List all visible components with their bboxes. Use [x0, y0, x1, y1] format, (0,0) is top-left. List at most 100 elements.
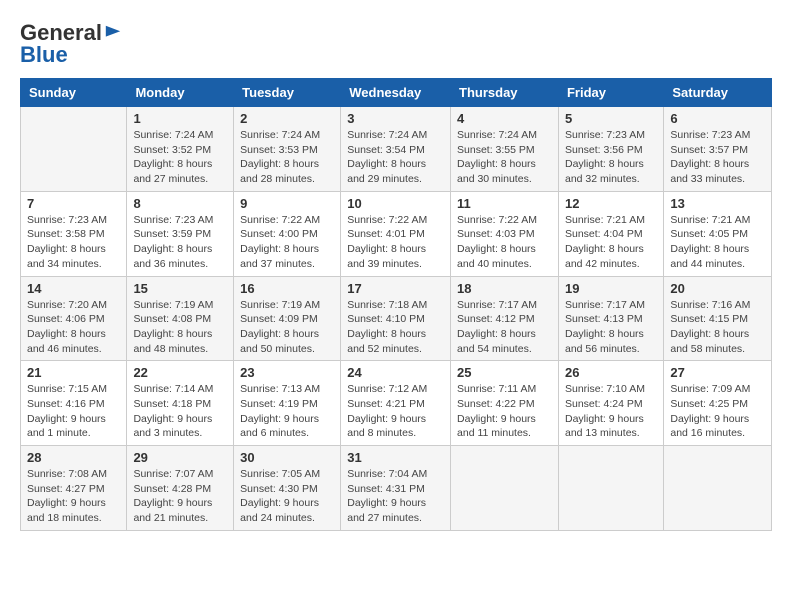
calendar-cell: 22 Sunrise: 7:14 AMSunset: 4:18 PMDayligh… — [127, 361, 234, 446]
calendar-cell: 1 Sunrise: 7:24 AMSunset: 3:52 PMDaylight… — [127, 107, 234, 192]
day-info: Sunrise: 7:10 AMSunset: 4:24 PMDaylight:… — [565, 382, 657, 441]
header: General Blue — [20, 20, 772, 68]
day-info: Sunrise: 7:18 AMSunset: 4:10 PMDaylight:… — [347, 298, 444, 357]
day-info: Sunrise: 7:24 AMSunset: 3:54 PMDaylight:… — [347, 128, 444, 187]
col-header-thursday: Thursday — [451, 79, 559, 107]
calendar-cell: 11 Sunrise: 7:22 AMSunset: 4:03 PMDayligh… — [451, 191, 559, 276]
calendar-week-row: 21Sunrise: 7:15 AMSunset: 4:16 PMDayligh… — [21, 361, 772, 446]
calendar-cell: 12Sunrise: 7:21 AMSunset: 4:04 PMDayligh… — [558, 191, 663, 276]
calendar-cell: 10 Sunrise: 7:22 AMSunset: 4:01 PMDayligh… — [341, 191, 451, 276]
calendar-cell: 20 Sunrise: 7:16 AMSunset: 4:15 PMDayligh… — [664, 276, 772, 361]
calendar-cell: 17 Sunrise: 7:18 AMSunset: 4:10 PMDayligh… — [341, 276, 451, 361]
calendar-cell — [21, 107, 127, 192]
day-number: 16 — [240, 281, 334, 296]
col-header-tuesday: Tuesday — [234, 79, 341, 107]
calendar-cell — [664, 446, 772, 531]
day-number: 8 — [133, 196, 227, 211]
day-info: Sunrise: 7:22 AMSunset: 4:01 PMDaylight:… — [347, 213, 444, 272]
day-info: Sunrise: 7:17 AMSunset: 4:12 PMDaylight:… — [457, 298, 552, 357]
day-number: 5 — [565, 111, 657, 126]
day-number: 22 — [133, 365, 227, 380]
day-number: 20 — [670, 281, 765, 296]
calendar-cell: 8 Sunrise: 7:23 AMSunset: 3:59 PMDaylight… — [127, 191, 234, 276]
calendar-cell: 29 Sunrise: 7:07 AMSunset: 4:28 PMDayligh… — [127, 446, 234, 531]
day-number: 17 — [347, 281, 444, 296]
calendar-week-row: 14 Sunrise: 7:20 AMSunset: 4:06 PMDayligh… — [21, 276, 772, 361]
calendar-cell: 30 Sunrise: 7:05 AMSunset: 4:30 PMDayligh… — [234, 446, 341, 531]
day-number: 27 — [670, 365, 765, 380]
day-info: Sunrise: 7:20 AMSunset: 4:06 PMDaylight:… — [27, 298, 120, 357]
day-number: 24 — [347, 365, 444, 380]
day-info: Sunrise: 7:21 AMSunset: 4:05 PMDaylight:… — [670, 213, 765, 272]
day-info: Sunrise: 7:08 AMSunset: 4:27 PMDaylight:… — [27, 467, 120, 526]
day-number: 1 — [133, 111, 227, 126]
day-number: 9 — [240, 196, 334, 211]
day-info: Sunrise: 7:19 AMSunset: 4:08 PMDaylight:… — [133, 298, 227, 357]
day-number: 4 — [457, 111, 552, 126]
day-info: Sunrise: 7:11 AMSunset: 4:22 PMDaylight:… — [457, 382, 552, 441]
day-number: 31 — [347, 450, 444, 465]
calendar-cell: 15 Sunrise: 7:19 AMSunset: 4:08 PMDayligh… — [127, 276, 234, 361]
calendar-cell: 25 Sunrise: 7:11 AMSunset: 4:22 PMDayligh… — [451, 361, 559, 446]
calendar-table: SundayMondayTuesdayWednesdayThursdayFrid… — [20, 78, 772, 531]
day-number: 14 — [27, 281, 120, 296]
day-info: Sunrise: 7:05 AMSunset: 4:30 PMDaylight:… — [240, 467, 334, 526]
col-header-monday: Monday — [127, 79, 234, 107]
day-info: Sunrise: 7:17 AMSunset: 4:13 PMDaylight:… — [565, 298, 657, 357]
day-info: Sunrise: 7:23 AMSunset: 3:58 PMDaylight:… — [27, 213, 120, 272]
calendar-cell: 27 Sunrise: 7:09 AMSunset: 4:25 PMDayligh… — [664, 361, 772, 446]
calendar-cell: 4Sunrise: 7:24 AMSunset: 3:55 PMDaylight… — [451, 107, 559, 192]
day-info: Sunrise: 7:14 AMSunset: 4:18 PMDaylight:… — [133, 382, 227, 441]
day-info: Sunrise: 7:15 AMSunset: 4:16 PMDaylight:… — [27, 382, 120, 441]
calendar-week-row: 28 Sunrise: 7:08 AMSunset: 4:27 PMDayligh… — [21, 446, 772, 531]
day-info: Sunrise: 7:19 AMSunset: 4:09 PMDaylight:… — [240, 298, 334, 357]
day-number: 2 — [240, 111, 334, 126]
calendar-cell: 13 Sunrise: 7:21 AMSunset: 4:05 PMDayligh… — [664, 191, 772, 276]
calendar-cell: 5 Sunrise: 7:23 AMSunset: 3:56 PMDaylight… — [558, 107, 663, 192]
col-header-wednesday: Wednesday — [341, 79, 451, 107]
day-number: 15 — [133, 281, 227, 296]
day-number: 30 — [240, 450, 334, 465]
calendar-cell: 6 Sunrise: 7:23 AMSunset: 3:57 PMDaylight… — [664, 107, 772, 192]
day-info: Sunrise: 7:04 AMSunset: 4:31 PMDaylight:… — [347, 467, 444, 526]
calendar-cell: 18 Sunrise: 7:17 AMSunset: 4:12 PMDayligh… — [451, 276, 559, 361]
day-info: Sunrise: 7:24 AMSunset: 3:53 PMDaylight:… — [240, 128, 334, 187]
calendar-cell: 3 Sunrise: 7:24 AMSunset: 3:54 PMDaylight… — [341, 107, 451, 192]
calendar-week-row: 7 Sunrise: 7:23 AMSunset: 3:58 PMDaylight… — [21, 191, 772, 276]
calendar-cell: 9Sunrise: 7:22 AMSunset: 4:00 PMDaylight… — [234, 191, 341, 276]
day-number: 18 — [457, 281, 552, 296]
day-number: 19 — [565, 281, 657, 296]
calendar-header-row: SundayMondayTuesdayWednesdayThursdayFrid… — [21, 79, 772, 107]
day-number: 13 — [670, 196, 765, 211]
calendar-cell: 23Sunrise: 7:13 AMSunset: 4:19 PMDayligh… — [234, 361, 341, 446]
logo-flag-icon — [104, 24, 122, 42]
logo: General Blue — [20, 20, 122, 68]
calendar-cell: 16 Sunrise: 7:19 AMSunset: 4:09 PMDayligh… — [234, 276, 341, 361]
calendar-cell: 2 Sunrise: 7:24 AMSunset: 3:53 PMDaylight… — [234, 107, 341, 192]
day-info: Sunrise: 7:22 AMSunset: 4:03 PMDaylight:… — [457, 213, 552, 272]
day-number: 3 — [347, 111, 444, 126]
calendar-cell: 31 Sunrise: 7:04 AMSunset: 4:31 PMDayligh… — [341, 446, 451, 531]
day-number: 29 — [133, 450, 227, 465]
day-number: 10 — [347, 196, 444, 211]
day-number: 28 — [27, 450, 120, 465]
day-info: Sunrise: 7:23 AMSunset: 3:56 PMDaylight:… — [565, 128, 657, 187]
day-info: Sunrise: 7:07 AMSunset: 4:28 PMDaylight:… — [133, 467, 227, 526]
day-number: 23 — [240, 365, 334, 380]
calendar-cell: 14 Sunrise: 7:20 AMSunset: 4:06 PMDayligh… — [21, 276, 127, 361]
day-info: Sunrise: 7:09 AMSunset: 4:25 PMDaylight:… — [670, 382, 765, 441]
day-number: 11 — [457, 196, 552, 211]
calendar-cell: 28 Sunrise: 7:08 AMSunset: 4:27 PMDayligh… — [21, 446, 127, 531]
col-header-saturday: Saturday — [664, 79, 772, 107]
col-header-friday: Friday — [558, 79, 663, 107]
day-info: Sunrise: 7:23 AMSunset: 3:59 PMDaylight:… — [133, 213, 227, 272]
day-number: 7 — [27, 196, 120, 211]
calendar-cell: 24 Sunrise: 7:12 AMSunset: 4:21 PMDayligh… — [341, 361, 451, 446]
day-number: 25 — [457, 365, 552, 380]
day-info: Sunrise: 7:16 AMSunset: 4:15 PMDaylight:… — [670, 298, 765, 357]
day-info: Sunrise: 7:24 AMSunset: 3:52 PMDaylight:… — [133, 128, 227, 187]
day-info: Sunrise: 7:12 AMSunset: 4:21 PMDaylight:… — [347, 382, 444, 441]
calendar-cell: 26Sunrise: 7:10 AMSunset: 4:24 PMDayligh… — [558, 361, 663, 446]
day-number: 6 — [670, 111, 765, 126]
day-info: Sunrise: 7:23 AMSunset: 3:57 PMDaylight:… — [670, 128, 765, 187]
